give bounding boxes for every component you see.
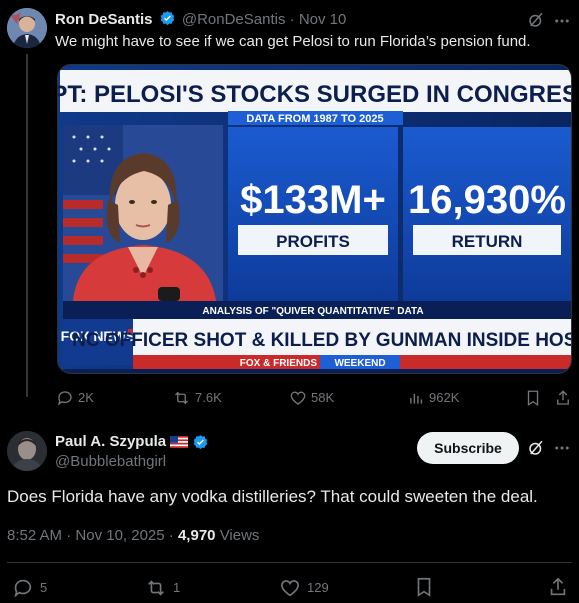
reply-reply-action[interactable]: 5 — [12, 577, 47, 599]
stat-return-value: 16,930% — [408, 178, 566, 222]
media-headline: RPT: PELOSI'S STOCKS SURGED IN CONGRESS — [58, 81, 572, 108]
reply-text: Does Florida have any vodka distilleries… — [7, 487, 538, 506]
stat-profits-label: PROFITS — [276, 232, 350, 251]
like-count: 58K — [311, 390, 335, 405]
stat-return-label: RETURN — [452, 232, 523, 251]
us-flag-icon — [170, 436, 189, 448]
reply-author-name[interactable]: Paul A. Szypula — [55, 433, 166, 451]
show-name: FOX & FRIENDS — [240, 358, 318, 369]
reply-author-avatar[interactable] — [7, 431, 47, 471]
reply-author-handle[interactable]: @Bubblebathgirl — [55, 453, 166, 471]
more-options-icon[interactable] — [553, 439, 571, 457]
repost-count: 7.6K — [195, 390, 222, 405]
author-handle[interactable]: @RonDeSantis — [182, 11, 286, 28]
avatar-portrait — [7, 431, 47, 471]
bookmark-icon[interactable] — [524, 389, 542, 407]
verified-badge-icon — [159, 10, 176, 27]
tweet-text: We might have to see if we can get Pelos… — [55, 33, 531, 50]
fox-news-broadcast-image: RPT: PELOSI'S STOCKS SURGED IN CONGRESS … — [58, 65, 572, 373]
reply-views-count: 4,970 — [177, 527, 216, 544]
share-icon[interactable] — [547, 576, 569, 598]
views-action[interactable]: 962K — [408, 389, 459, 407]
media-subheadline: DATA FROM 1987 TO 2025 — [246, 113, 383, 125]
view-count: 962K — [429, 390, 460, 405]
reply-count: 2K — [78, 390, 94, 405]
reply-like-action[interactable]: 129 — [279, 577, 329, 599]
avatar-portrait — [7, 8, 47, 48]
dot-separator: · — [168, 527, 174, 544]
bookmark-icon[interactable] — [413, 576, 435, 598]
author-name[interactable]: Ron DeSantis — [55, 11, 153, 28]
more-options-icon[interactable] — [553, 12, 571, 30]
subscribe-button[interactable]: Subscribe — [417, 432, 519, 464]
reply-time[interactable]: 8:52 AM — [7, 527, 62, 544]
tweet-media-image[interactable]: RPT: PELOSI'S STOCKS SURGED IN CONGRESS … — [57, 64, 572, 374]
reply-action[interactable]: 2K — [56, 389, 94, 407]
author-avatar[interactable] — [7, 8, 47, 48]
reply-views-label: Views — [219, 527, 260, 544]
reply-author-header: Paul A. Szypula — [55, 433, 209, 451]
share-icon[interactable] — [554, 389, 572, 407]
media-source-note: ANALYSIS OF "QUIVER QUANTITATIVE" DATA — [202, 306, 423, 317]
reply-meta: 8:52 AM · Nov 10, 2025 · 4,970 Views — [7, 526, 259, 546]
show-suffix: WEEKEND — [334, 358, 385, 369]
verified-badge-icon — [192, 434, 209, 451]
like-action[interactable]: 58K — [289, 389, 334, 407]
repost-action[interactable]: 7.6K — [172, 389, 222, 407]
heart-icon — [279, 577, 301, 599]
reply-repost-count: 1 — [173, 580, 181, 595]
grok-icon[interactable] — [527, 11, 545, 29]
stat-profits-value: $133M+ — [240, 178, 386, 222]
divider — [7, 562, 572, 563]
reply-reply-count: 5 — [40, 580, 48, 595]
tweet-date[interactable]: Nov 10 — [299, 11, 347, 28]
dot-separator: · — [289, 11, 295, 28]
repost-icon — [145, 577, 167, 599]
grok-icon[interactable] — [527, 439, 545, 457]
media-ticker: NC OFFICER SHOT & KILLED BY GUNMAN INSID… — [72, 330, 572, 351]
dot-separator: · — [66, 527, 72, 544]
reply-like-count: 129 — [307, 580, 329, 595]
tweet-header: Ron DeSantis @RonDeSantis · Nov 10 — [55, 10, 346, 29]
reply-repost-action[interactable]: 1 — [145, 577, 180, 599]
reply-icon — [12, 577, 34, 599]
heart-icon — [289, 389, 307, 407]
reply-date[interactable]: Nov 10, 2025 — [75, 527, 164, 544]
thread-line — [26, 54, 28, 397]
analytics-icon — [408, 389, 425, 407]
repost-icon — [172, 389, 191, 407]
reply-icon — [56, 389, 74, 407]
